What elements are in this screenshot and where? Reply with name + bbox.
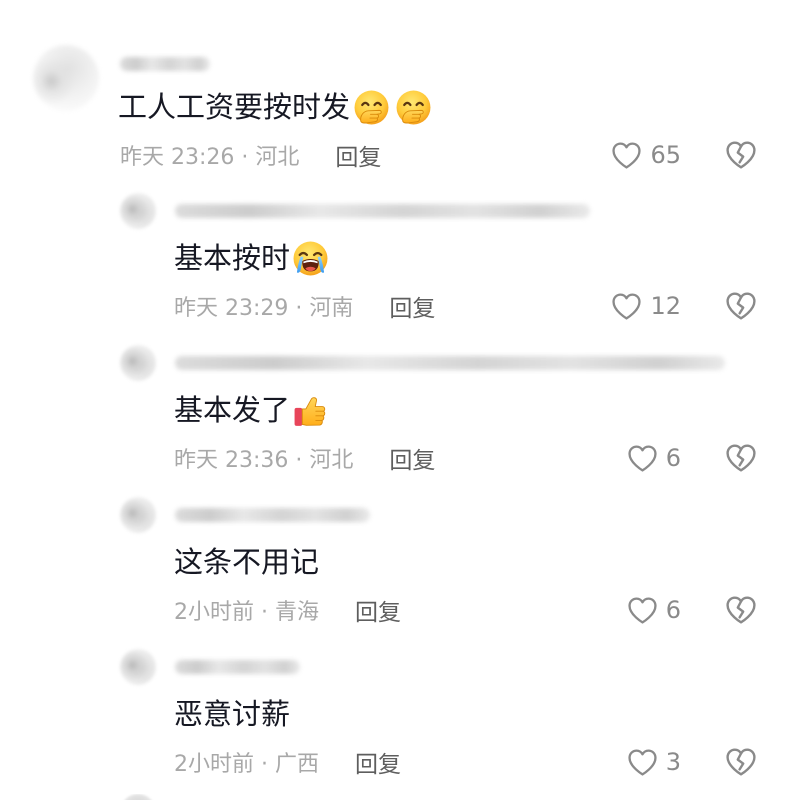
like-button[interactable]: 3 xyxy=(627,747,681,777)
reply-button[interactable]: 回复 xyxy=(355,745,401,779)
broken-heart-icon[interactable] xyxy=(725,140,757,170)
broken-heart-icon[interactable] xyxy=(725,291,757,321)
loudly-crying-face-emoji-icon xyxy=(293,241,328,275)
reply-item: 恶意讨薪 2小时前 · 广西 回复 3 xyxy=(0,649,791,801)
comment-meta: 昨天 23:26 · 河北 回复 xyxy=(120,138,381,172)
avatar[interactable] xyxy=(120,649,156,685)
heart-outline-icon xyxy=(612,141,642,169)
comment-body: 工人工资要按时发 xyxy=(118,88,432,126)
thumbs-up-emoji-icon xyxy=(294,396,326,426)
avatar[interactable] xyxy=(120,193,156,229)
heart-outline-icon xyxy=(628,748,657,776)
reply-meta: 昨天 23:36 · 河北 回复 xyxy=(174,441,435,475)
like-count: 6 xyxy=(665,444,681,472)
reply-text: 这条不用记 xyxy=(174,545,320,579)
like-button[interactable]: 6 xyxy=(627,595,681,625)
reply-body: 基本发了 xyxy=(174,391,329,429)
username-blurred[interactable] xyxy=(175,660,300,674)
time-location: 昨天 23:36 · 河北 xyxy=(174,448,354,473)
reply-item: 基本发了 昨天 23:36 · 河北 回复 6 xyxy=(0,345,791,497)
username-blurred[interactable] xyxy=(175,356,725,370)
like-count: 3 xyxy=(665,748,681,776)
reply-meta: 2小时前 · 广西 回复 xyxy=(174,745,401,779)
broken-heart-icon[interactable] xyxy=(725,595,757,625)
reply-button[interactable]: 回复 xyxy=(355,593,401,627)
like-count: 12 xyxy=(650,292,681,320)
broken-heart-icon[interactable] xyxy=(725,747,757,777)
avatar[interactable] xyxy=(33,45,99,111)
reply-item: 这条不用记 2小时前 · 青海 回复 6 xyxy=(0,497,791,649)
heart-outline-icon xyxy=(612,292,642,320)
reply-body: 基本按时 xyxy=(174,239,329,277)
like-button[interactable]: 65 xyxy=(611,140,681,170)
avatar[interactable] xyxy=(120,497,156,533)
reply-button[interactable]: 回复 xyxy=(335,138,381,172)
time-location: 昨天 23:26 · 河北 xyxy=(120,145,300,170)
avatar xyxy=(120,794,156,800)
like-button[interactable]: 6 xyxy=(627,443,681,473)
like-count: 65 xyxy=(650,141,681,169)
heart-outline-icon xyxy=(628,444,657,472)
username-blurred[interactable] xyxy=(120,57,210,71)
face-with-hand-over-mouth-emoji-icon xyxy=(396,90,431,124)
reply-button[interactable]: 回复 xyxy=(389,289,435,323)
avatar[interactable] xyxy=(120,345,156,381)
reply-meta: 昨天 23:29 · 河南 回复 xyxy=(174,289,435,323)
reply-body: 恶意讨薪 xyxy=(174,695,290,733)
broken-heart-icon[interactable] xyxy=(725,443,757,473)
time-location: 昨天 23:29 · 河南 xyxy=(174,296,354,321)
reply-text: 恶意讨薪 xyxy=(174,697,291,731)
time-location: 2小时前 · 广西 xyxy=(174,752,319,777)
reply-button[interactable]: 回复 xyxy=(389,441,435,475)
username-blurred[interactable] xyxy=(175,204,590,218)
reply-text: 基本发了 xyxy=(174,393,291,427)
like-button[interactable]: 12 xyxy=(611,291,681,321)
comment-text: 工人工资要按时发 xyxy=(118,90,351,124)
username-blurred[interactable] xyxy=(175,508,370,522)
like-count: 6 xyxy=(665,596,681,624)
heart-outline-icon xyxy=(628,596,657,624)
face-with-hand-over-mouth-emoji-icon xyxy=(354,90,389,124)
time-location: 2小时前 · 青海 xyxy=(174,600,319,625)
reply-meta: 2小时前 · 青海 回复 xyxy=(174,593,401,627)
reply-body: 这条不用记 xyxy=(174,543,319,581)
next-reply-avatar[interactable] xyxy=(120,794,156,800)
reply-text: 基本按时 xyxy=(174,241,291,275)
reply-item: 基本按时 昨天 23:29 · 河南 回复 12 xyxy=(0,193,791,345)
